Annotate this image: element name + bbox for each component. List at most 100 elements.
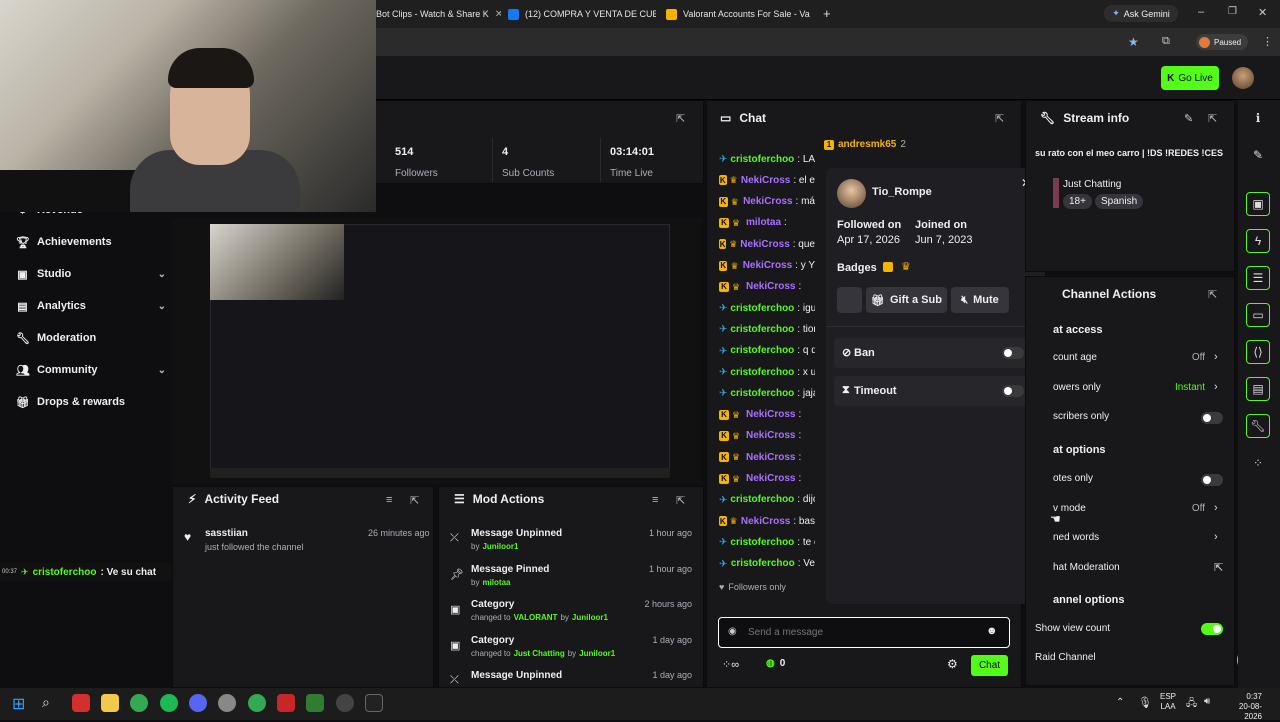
chat-username[interactable]: cristoferchoo [730,154,794,165]
mic-icon[interactable]: 🎙︎ [1138,696,1152,709]
browser-tab[interactable]: Bot Clips - Watch & Share K✕ [376,4,501,24]
avatar[interactable] [1232,67,1254,89]
chevron-right-icon[interactable]: › [1214,502,1218,514]
chat-message[interactable]: ✈cristoferchoo: jaja [719,385,815,401]
sidebar-item-achievements[interactable]: 🏆︎Achievements [16,232,166,252]
star-icon[interactable]: ★ [1128,35,1139,49]
popout-icon[interactable]: ⇱ [1208,112,1217,125]
chat-username[interactable]: cristoferchoo [730,345,794,356]
chat-message[interactable]: K♛NekiCross: que [719,236,815,252]
timeout-row[interactable]: ⧗ Timeout [834,376,1028,406]
chat-username[interactable]: NekiCross [743,260,792,271]
chat-message[interactable]: ✈cristoferchoo: Ve [719,556,815,572]
browser-tab[interactable]: (12) COMPRA Y VENTA DE CUE✕ [508,4,656,24]
chat-username[interactable]: cristoferchoo [730,303,794,314]
chat-icon[interactable]: ▭ [1246,303,1270,327]
app-icon[interactable] [277,694,295,712]
bolt-icon[interactable]: ϟ [1246,229,1270,253]
settings-icon[interactable] [218,694,236,712]
extensions-icon[interactable]: ⧉ [1162,35,1170,48]
chat-username[interactable]: NekiCross [746,409,795,420]
stream-category[interactable]: Just Chatting [1063,179,1121,190]
chat-message[interactable]: K♛NekiCross: [719,279,815,295]
sidebar-item-drops[interactable]: 🎁︎Drops & rewards [16,392,166,412]
chat-message[interactable]: K♛NekiCross: má [719,194,815,210]
menu-icon[interactable]: ⋮ [1262,35,1273,48]
chat-username[interactable]: NekiCross [740,239,789,250]
chat-username[interactable]: milotaa [746,217,781,228]
discord-icon[interactable] [189,694,207,712]
channel-action-label[interactable]: count age [1053,352,1097,363]
chat-message[interactable]: ✈cristoferchoo: x ur [719,364,815,380]
users-icon[interactable]: ⁘ [1246,451,1270,475]
pencil-icon[interactable]: ✎ [1246,143,1270,167]
chat-username[interactable]: NekiCross [746,473,795,484]
clock[interactable]: 0:3720-08-2026 [1222,692,1262,722]
channel-action-toggle[interactable] [1201,412,1223,424]
wrench-icon[interactable]: 🔧︎ [1246,414,1270,438]
chat-message[interactable]: ✈cristoferchoo: q d [719,343,815,359]
close-window-button[interactable]: ✕ [1258,6,1267,19]
filter-icon[interactable]: ≡ [386,494,392,506]
minimize-button[interactable]: – [1198,6,1204,18]
windows-start-icon[interactable]: ⊞ [12,694,30,712]
network-icon[interactable]: 🖧︎ [1186,696,1197,713]
chat-username[interactable]: NekiCross [741,175,790,186]
external-link-icon[interactable]: ⇱ [1214,561,1223,574]
maximize-button[interactable]: ❐ [1228,6,1237,17]
users-infinite-icon[interactable]: ⁘∞ [722,658,739,671]
chat-username[interactable]: NekiCross [743,196,792,207]
chat-input[interactable] [748,623,978,642]
profile-button[interactable]: Paused [1196,34,1248,50]
channel-action-label[interactable]: hat Moderation [1053,562,1120,573]
chat-username[interactable]: cristoferchoo [730,537,794,548]
chrome-icon[interactable] [248,694,266,712]
chat-message[interactable]: K♛NekiCross: el e [719,172,815,188]
chat-username[interactable]: cristoferchoo [730,388,794,399]
pencil-icon[interactable]: ✎ [1184,112,1193,125]
chat-username[interactable]: NekiCross [746,430,795,441]
ban-row[interactable]: ⊘ Ban [834,338,1028,368]
channel-action-label[interactable]: scribers only [1053,411,1109,422]
gear-icon[interactable]: ⚙ [947,657,958,671]
chat-username[interactable]: NekiCross [746,281,795,292]
sidebar-item-moderation[interactable]: 🔧︎Moderation [16,328,166,348]
popout-icon[interactable]: ⇱ [995,112,1004,125]
send-chat-button[interactable]: Chat [971,655,1008,676]
chat-message[interactable]: ✈cristoferchoo: LA [719,151,815,167]
chat-username[interactable]: NekiCross [746,452,795,463]
chevron-right-icon[interactable]: › [1214,351,1218,363]
ask-gemini-button[interactable]: ✦Ask Gemini [1104,5,1178,22]
popout-icon[interactable]: ⇱ [676,494,685,507]
channel-action-label[interactable]: otes only [1053,473,1093,484]
volume-icon[interactable]: 🔊︎ [1204,696,1210,707]
stats-icon[interactable]: ▣ [1246,192,1270,216]
channel-action-label[interactable]: ned words [1053,532,1099,543]
chat-message[interactable]: K♛milotaa: [719,215,815,231]
pinned-user[interactable]: 1 andresmk65 2 [824,139,906,150]
sidebar-item-community[interactable]: 👥︎Community⌄ [16,360,166,380]
go-live-button[interactable]: KGo Live [1161,66,1219,90]
channel-action-label[interactable]: owers only [1053,382,1101,393]
chat-message[interactable]: K♛NekiCross: [719,407,815,423]
search-icon[interactable]: ⌕ [42,694,60,712]
chat-username[interactable]: cristoferchoo [731,558,795,569]
chat-message[interactable]: ✈cristoferchoo: igu [719,300,815,316]
epic-games-icon[interactable] [365,694,383,712]
chevron-up-icon[interactable]: ⌃ [1116,697,1124,708]
code-icon[interactable]: ⟨⟩ [1246,340,1270,364]
chat-message[interactable]: K♛NekiCross: bas [719,513,815,529]
points-counter[interactable]: ◍0 [766,658,785,669]
gift-sub-button[interactable]: 🎁︎Gift a Sub [866,287,947,313]
chat-message[interactable]: K♛NekiCross: y Y [719,258,815,274]
obs-icon[interactable] [336,694,354,712]
chat-message[interactable]: K♛NekiCross: [719,428,815,444]
close-icon[interactable]: ✕ [495,9,501,20]
new-tab-button[interactable]: + [823,6,831,21]
mute-button[interactable]: 🔇︎Mute [951,287,1009,313]
stream-preview[interactable] [172,218,702,484]
browser-tab[interactable]: Valorant Accounts For Sale - Va✕ [666,4,816,24]
language-indicator[interactable]: ESPLAA [1160,692,1176,712]
popout-icon[interactable]: ⇱ [1208,288,1217,301]
app-icon[interactable] [72,694,90,712]
